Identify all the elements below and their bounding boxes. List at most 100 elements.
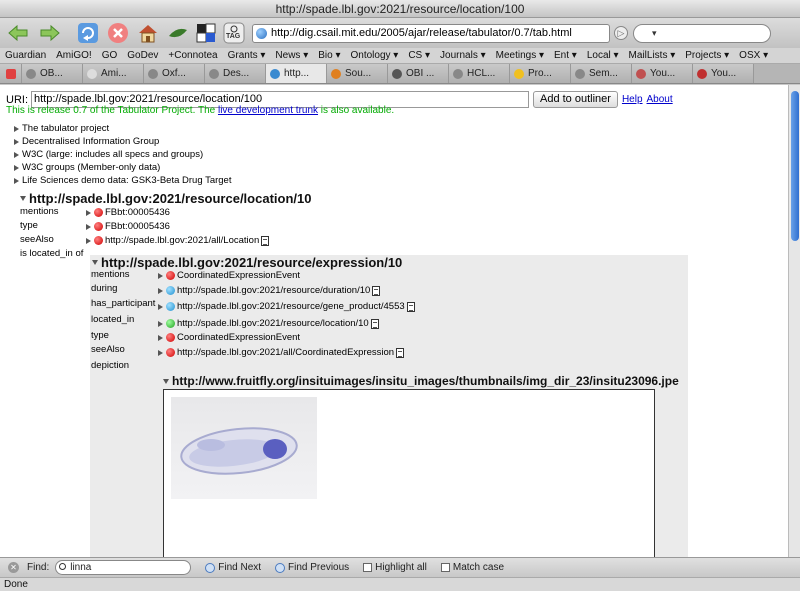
bookmark-item[interactable]: GO [97, 50, 123, 61]
leaf-bookmarklet-button[interactable] [166, 22, 190, 44]
close-find-icon[interactable]: ✕ [8, 562, 19, 573]
find-previous-button[interactable]: Find Previous [275, 562, 349, 573]
collapse-triangle-icon [163, 378, 169, 384]
outer-subject[interactable]: http://spade.lbl.gov:2021/resource/locat… [20, 191, 311, 206]
reload-button[interactable] [76, 22, 100, 44]
address-bar[interactable]: http://dig.csail.mit.edu/2005/ajar/relea… [252, 24, 610, 43]
browser-tab[interactable]: Oxf... [144, 64, 205, 83]
browser-tab[interactable]: OBI ... [388, 64, 449, 83]
search-box[interactable]: ▾ [633, 24, 771, 43]
red-square-icon [5, 68, 16, 79]
find-next-button[interactable]: Find Next [205, 562, 261, 573]
expand-triangle-icon [158, 334, 163, 341]
object-node[interactable]: http://spade.lbl.gov:2021/resource/gene_… [158, 301, 415, 312]
object-node[interactable]: CoordinatedExpressionEvent [158, 270, 300, 281]
bookmark-item[interactable]: Grants ▾ [223, 50, 271, 61]
tab-close-icon-area[interactable] [0, 64, 22, 83]
bookmark-item[interactable]: OSX ▾ [734, 50, 773, 61]
bookmark-item[interactable]: Journals ▾ [435, 50, 491, 61]
bookmark-item[interactable]: Guardian [0, 50, 51, 61]
project-item[interactable]: Life Sciences demo data: GSK3-Beta Drug … [14, 175, 231, 186]
stop-button[interactable] [106, 22, 130, 44]
object-node[interactable]: http://spade.lbl.gov:2021/resource/durat… [158, 285, 381, 296]
browser-tab[interactable]: http... [266, 64, 327, 83]
browser-tab[interactable]: You... [693, 64, 754, 83]
contrast-button[interactable] [194, 22, 218, 44]
tab-favicon-icon [636, 68, 646, 79]
expand-triangle-icon [158, 303, 163, 310]
browser-tab[interactable]: Sou... [327, 64, 388, 83]
vertical-scrollbar[interactable] [788, 85, 800, 557]
live-trunk-link[interactable]: live development trunk [218, 105, 318, 116]
tab-label: You... [650, 68, 676, 79]
document-icon[interactable] [370, 318, 379, 329]
highlight-all-button[interactable]: Highlight all [363, 562, 427, 573]
about-link[interactable]: About [647, 94, 673, 105]
bookmark-item[interactable]: Meetings ▾ [491, 50, 549, 61]
object-label: http://spade.lbl.gov:2021/resource/locat… [177, 318, 369, 329]
depiction-subject[interactable]: http://www.fruitfly.org/insituimages/ins… [163, 374, 679, 388]
inner-subject[interactable]: http://spade.lbl.gov:2021/resource/expre… [92, 255, 402, 270]
add-to-outliner-button[interactable]: Add to outliner [533, 91, 618, 108]
bookmark-item[interactable]: Ontology ▾ [346, 50, 404, 61]
object-node[interactable]: CoordinatedExpressionEvent [158, 332, 300, 343]
object-node[interactable]: FBbt:00005436 [86, 221, 170, 232]
tag-button[interactable]: TAG [222, 22, 246, 44]
bookmark-item[interactable]: Local ▾ [582, 50, 624, 61]
scroll-thumb[interactable] [791, 91, 799, 241]
bookmark-item[interactable]: News ▾ [270, 50, 313, 61]
object-node[interactable]: FBbt:00005436 [86, 207, 170, 218]
tab-label: Sou... [345, 68, 372, 79]
address-text: http://dig.csail.mit.edu/2005/ajar/relea… [271, 27, 572, 39]
object-node[interactable]: http://spade.lbl.gov:2021/resource/locat… [158, 318, 379, 329]
tab-label: You... [711, 68, 737, 79]
bookmark-item[interactable]: AmiGO! [51, 50, 97, 61]
browser-tab[interactable]: HCL... [449, 64, 510, 83]
bookmark-item[interactable]: +Connotea [163, 50, 222, 61]
predicate-label: mentions [91, 269, 130, 280]
tab-label: Ami... [101, 68, 127, 79]
back-button[interactable] [6, 22, 30, 44]
document-icon[interactable] [406, 301, 415, 312]
highlight-icon [363, 563, 373, 572]
object-node[interactable]: http://spade.lbl.gov:2021/all/Coordinate… [158, 347, 405, 358]
document-icon[interactable] [396, 347, 405, 358]
predicate-label: during [91, 283, 118, 294]
predicate-label: seeAlso [20, 234, 54, 245]
browser-tab[interactable]: OB... [22, 64, 83, 83]
browser-tab[interactable]: Sem... [571, 64, 632, 83]
tab-label: Oxf... [162, 68, 186, 79]
go-button[interactable]: ▷ [614, 26, 628, 40]
reload-icon [78, 23, 98, 43]
match-case-checkbox[interactable]: Match case [440, 562, 504, 573]
project-item[interactable]: W3C (large: includes all specs and group… [14, 149, 203, 160]
bookmark-item[interactable]: CS ▾ [403, 50, 435, 61]
inner-subject-label: http://spade.lbl.gov:2021/resource/expre… [101, 255, 403, 270]
bookmark-item[interactable]: Bio ▾ [313, 50, 345, 61]
help-link[interactable]: Help [622, 94, 643, 105]
browser-tab[interactable]: Des... [205, 64, 266, 83]
collapse-triangle-icon [20, 196, 26, 201]
project-item[interactable]: W3C groups (Member-only data) [14, 162, 160, 173]
home-button[interactable] [136, 22, 160, 44]
browser-tab[interactable]: Pro... [510, 64, 571, 83]
bookmark-item[interactable]: Ent ▾ [549, 50, 582, 61]
red-node-icon [94, 208, 103, 217]
project-item[interactable]: Decentralised Information Group [14, 136, 159, 147]
predicate-label: is located_in of [20, 248, 84, 259]
forward-button[interactable] [38, 22, 62, 44]
tab-favicon-icon [87, 68, 97, 79]
browser-tab[interactable]: You... [632, 64, 693, 83]
object-node[interactable]: http://spade.lbl.gov:2021/all/Location [86, 235, 270, 246]
document-icon[interactable] [261, 235, 270, 246]
forward-arrow-icon [40, 24, 60, 42]
browser-tab[interactable]: Ami... [83, 64, 144, 83]
bookmark-item[interactable]: GoDev [122, 50, 163, 61]
find-input[interactable]: linna [55, 560, 192, 575]
document-icon[interactable] [372, 285, 381, 296]
leaf-icon [169, 28, 187, 38]
tab-favicon-icon [697, 68, 707, 79]
bookmark-item[interactable]: MailLists ▾ [624, 50, 681, 61]
bookmark-item[interactable]: Projects ▾ [680, 50, 734, 61]
project-item[interactable]: The tabulator project [14, 123, 109, 134]
